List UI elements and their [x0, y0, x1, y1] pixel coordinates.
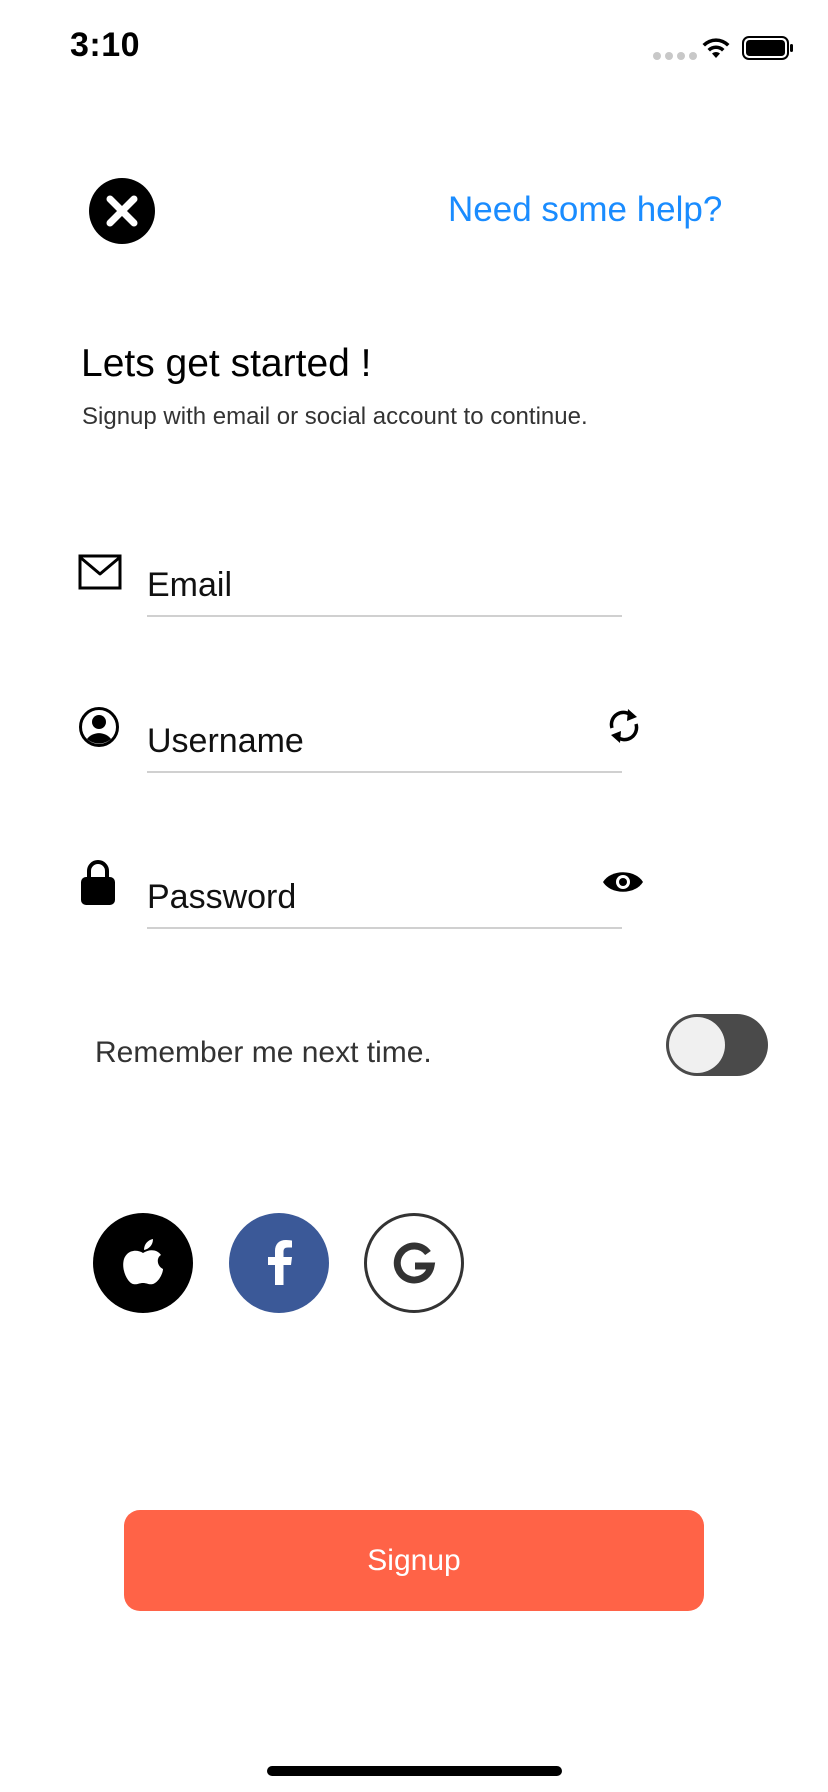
battery-icon	[742, 36, 794, 65]
close-button[interactable]	[89, 178, 155, 244]
google-signin-button[interactable]	[364, 1213, 464, 1313]
toggle-knob	[669, 1017, 725, 1073]
signup-button[interactable]: Signup	[124, 1510, 704, 1611]
status-time: 3:10	[70, 26, 141, 64]
close-icon	[106, 195, 138, 227]
apple-icon	[123, 1239, 163, 1285]
eye-icon[interactable]	[602, 868, 644, 901]
remember-me-toggle[interactable]	[666, 1014, 768, 1076]
user-circle-icon	[78, 706, 120, 753]
username-field[interactable]	[147, 722, 622, 773]
email-field[interactable]	[147, 566, 622, 617]
refresh-icon[interactable]	[606, 706, 642, 751]
apple-signin-button[interactable]	[93, 1213, 193, 1313]
facebook-signin-button[interactable]	[229, 1213, 329, 1313]
envelope-icon	[78, 554, 122, 595]
password-field[interactable]	[147, 878, 622, 929]
signal-strength-icon	[653, 52, 697, 60]
page-subtitle: Signup with email or social account to c…	[82, 403, 588, 430]
google-icon	[393, 1242, 436, 1284]
help-link[interactable]: Need some help?	[448, 190, 722, 230]
page-title: Lets get started !	[81, 342, 372, 385]
lock-icon	[80, 858, 116, 911]
home-indicator	[267, 1766, 562, 1776]
facebook-icon	[268, 1240, 292, 1285]
wifi-icon	[700, 36, 732, 65]
remember-me-label: Remember me next time.	[95, 1036, 432, 1069]
